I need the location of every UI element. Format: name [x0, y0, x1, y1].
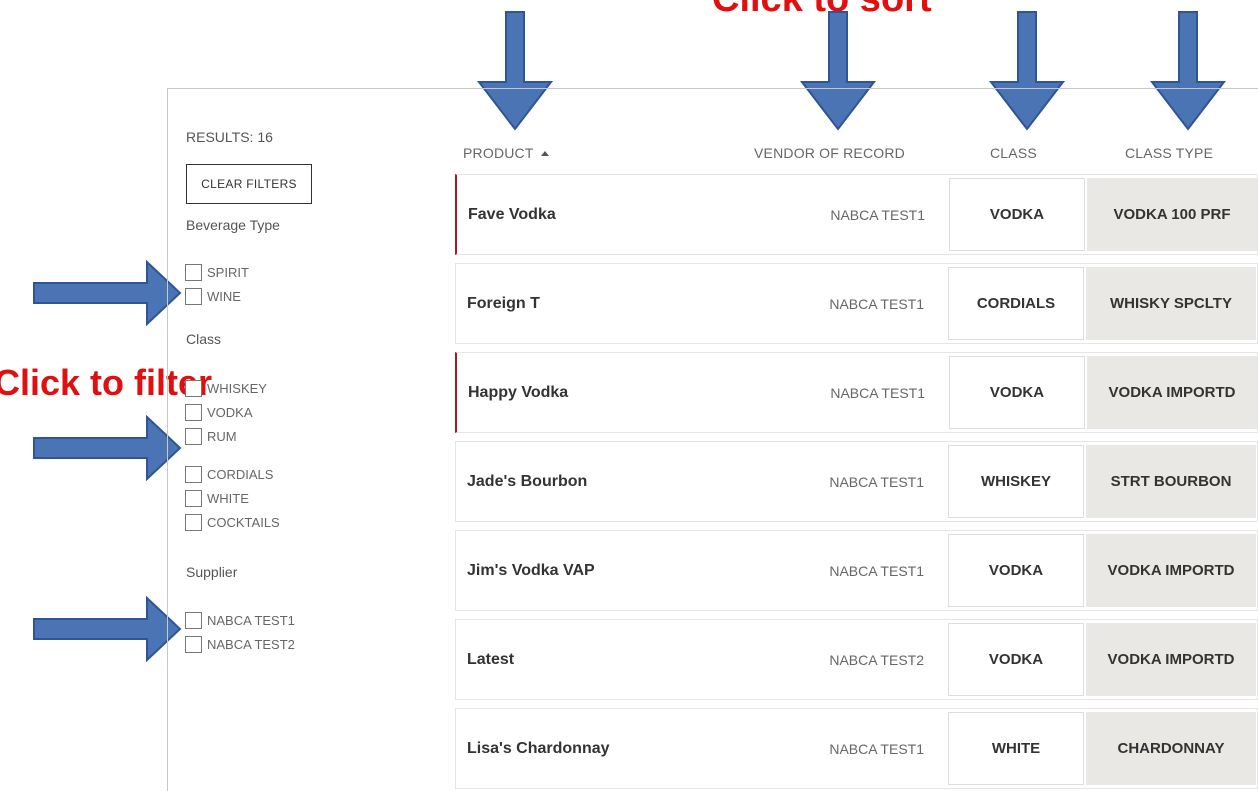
checkbox[interactable] [185, 427, 202, 445]
filter-option-wine[interactable]: WINE [185, 287, 241, 305]
class-type-cell: VODKA IMPORTD [1087, 356, 1257, 429]
filter-option-white[interactable]: WHITE [185, 489, 249, 507]
column-header-product[interactable]: PRODUCT [463, 145, 549, 161]
filter-option-rum[interactable]: RUM [185, 427, 237, 445]
filter-option-label: NABCA TEST2 [207, 636, 295, 652]
filter-option-label: NABCA TEST1 [207, 612, 295, 628]
product-name[interactable]: Jade's Bourbon [467, 442, 587, 521]
product-name[interactable]: Latest [467, 620, 514, 699]
results-count: RESULTS: 16 [186, 129, 273, 145]
vendor-of-record: NABCA TEST2 [829, 651, 924, 668]
class-type-cell: VODKA IMPORTD [1086, 534, 1256, 607]
table-row[interactable]: Jim's Vodka VAP NABCA TEST1 VODKA VODKA … [455, 530, 1258, 611]
column-header-vendor[interactable]: VENDOR OF RECORD [754, 145, 905, 161]
column-header-label: PRODUCT [463, 145, 534, 161]
table-row[interactable]: Latest NABCA TEST2 VODKA VODKA IMPORTD [455, 619, 1258, 700]
class-type-cell: CHARDONNAY [1086, 712, 1256, 785]
facet-title-supplier: Supplier [186, 564, 238, 580]
down-arrow-icon [1149, 11, 1227, 131]
filter-option-label: WHITE [207, 490, 249, 506]
filter-option-label: RUM [207, 428, 237, 444]
checkbox[interactable] [185, 287, 202, 305]
product-name[interactable]: Lisa's Chardonnay [467, 709, 610, 788]
class-cell: WHITE [948, 712, 1084, 785]
product-name[interactable]: Fave Vodka [468, 175, 556, 254]
vendor-of-record: NABCA TEST1 [829, 562, 924, 579]
class-cell: VODKA [949, 178, 1085, 251]
down-arrow-icon [476, 11, 554, 131]
filter-option-nabca-test1[interactable]: NABCA TEST1 [185, 611, 295, 629]
filter-option-label: CORDIALS [207, 466, 274, 482]
right-arrow-icon [33, 415, 182, 481]
checkbox[interactable] [185, 465, 202, 483]
table-row[interactable]: Happy Vodka NABCA TEST1 VODKA VODKA IMPO… [455, 352, 1258, 433]
vendor-of-record: NABCA TEST1 [830, 384, 925, 401]
class-cell: VODKA [948, 534, 1084, 607]
filter-option-cordials[interactable]: CORDIALS [185, 465, 273, 483]
checkbox[interactable] [185, 513, 202, 531]
column-header-class-type[interactable]: CLASS TYPE [1125, 145, 1213, 161]
filter-option-label: WHISKEY [207, 380, 267, 396]
checkbox[interactable] [185, 403, 202, 421]
class-type-cell: STRT BOURBON [1086, 445, 1256, 518]
right-arrow-icon [33, 596, 182, 662]
class-type-cell: VODKA 100 PRF [1087, 178, 1257, 251]
filter-option-whiskey[interactable]: WHISKEY [185, 379, 267, 397]
product-name[interactable]: Happy Vodka [468, 353, 568, 432]
checkbox[interactable] [185, 611, 202, 629]
filter-option-nabca-test2[interactable]: NABCA TEST2 [185, 635, 295, 653]
class-cell: VODKA [948, 623, 1084, 696]
filter-option-label: SPIRIT [207, 264, 249, 280]
class-type-cell: VODKA IMPORTD [1086, 623, 1256, 696]
table-row[interactable]: Lisa's Chardonnay NABCA TEST1 WHITE CHAR… [455, 708, 1258, 789]
facet-title-beverage-type: Beverage Type [186, 217, 280, 233]
table-row[interactable]: Foreign T NABCA TEST1 CORDIALS WHISKY SP… [455, 263, 1258, 344]
product-name[interactable]: Foreign T [467, 264, 540, 343]
class-cell: CORDIALS [948, 267, 1084, 340]
product-name[interactable]: Jim's Vodka VAP [467, 531, 595, 610]
filter-sidebar: RESULTS: 16 CLEAR FILTERS Beverage Type … [168, 89, 438, 791]
vendor-of-record: NABCA TEST1 [829, 295, 924, 312]
facet-title-class: Class [186, 331, 222, 347]
vendor-of-record: NABCA TEST1 [830, 206, 925, 223]
table-row[interactable]: Jade's Bourbon NABCA TEST1 WHISKEY STRT … [455, 441, 1258, 522]
down-arrow-icon [988, 11, 1066, 131]
checkbox[interactable] [185, 635, 202, 653]
vendor-of-record: NABCA TEST1 [829, 740, 924, 757]
filter-option-label: COCKTAILS [207, 514, 280, 530]
filter-option-label: WINE [207, 288, 241, 304]
vendor-of-record: NABCA TEST1 [829, 473, 924, 490]
checkbox[interactable] [185, 263, 202, 281]
class-cell: WHISKEY [948, 445, 1084, 518]
sort-ascending-icon [540, 151, 549, 156]
column-header-class[interactable]: CLASS [990, 145, 1037, 161]
class-type-cell: WHISKY SPCLTY [1086, 267, 1256, 340]
checkbox[interactable] [185, 379, 202, 397]
down-arrow-icon [799, 11, 877, 131]
filter-option-cocktails[interactable]: COCKTAILS [185, 513, 280, 531]
clear-filters-button[interactable]: CLEAR FILTERS [186, 164, 312, 204]
table-row[interactable]: Fave Vodka NABCA TEST1 VODKA VODKA 100 P… [455, 174, 1258, 255]
right-arrow-icon [33, 260, 182, 326]
filter-option-vodka[interactable]: VODKA [185, 403, 253, 421]
filter-option-spirit[interactable]: SPIRIT [185, 263, 249, 281]
filter-option-label: VODKA [207, 404, 253, 420]
checkbox[interactable] [185, 489, 202, 507]
class-cell: VODKA [949, 356, 1085, 429]
